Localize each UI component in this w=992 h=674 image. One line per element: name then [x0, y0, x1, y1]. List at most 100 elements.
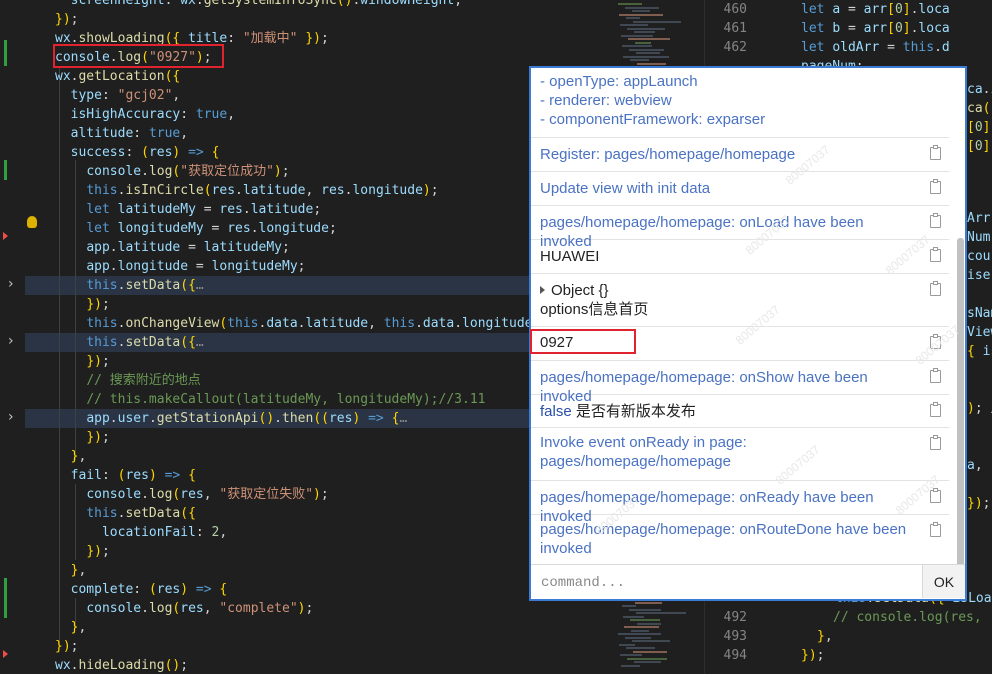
minimap-line: [625, 6, 659, 9]
console-scrollbar[interactable]: [957, 238, 964, 568]
code-fragment[interactable]: [0].: [967, 118, 992, 137]
line-number: 492: [723, 610, 747, 625]
log-entry[interactable]: pages/homepage/homepage: onLoad have bee…: [531, 205, 949, 250]
code-fragment[interactable]: ca.i: [967, 80, 992, 99]
code-line[interactable]: isHighAccuracy: true,: [55, 105, 540, 124]
code-fragment[interactable]: });: [967, 494, 990, 513]
code-editor-left[interactable]: › › › screenHeight: wx.getSystemInfoSync…: [0, 0, 612, 674]
code-line[interactable]: wx.getLocation({: [55, 67, 540, 86]
code-lines: screenHeight: wx.getSystemInfoSync().win…: [55, 0, 540, 674]
code-line[interactable]: let b = arr[0].loca: [801, 19, 950, 38]
highlight-box-log: [530, 329, 636, 354]
code-fragment[interactable]: [0].: [967, 137, 992, 156]
copy-icon[interactable]: [930, 368, 941, 383]
log-entry[interactable]: Register: pages/homepage/homepage: [531, 137, 949, 172]
lightbulb-icon[interactable]: [27, 216, 37, 228]
code-line[interactable]: console.log("获取定位成功");: [55, 162, 540, 181]
log-entry[interactable]: Object {} options信息首页: [531, 273, 949, 327]
code-line[interactable]: },: [55, 447, 540, 466]
code-fragment[interactable]: Num,: [967, 228, 992, 247]
code-line[interactable]: this.setData({…: [55, 333, 540, 352]
chevron-right-icon[interactable]: ›: [8, 333, 14, 349]
code-line[interactable]: });: [801, 646, 824, 665]
code-line[interactable]: screenHeight: wx.getSystemInfoSync().win…: [55, 0, 540, 10]
copy-icon[interactable]: [930, 213, 941, 228]
copy-icon[interactable]: [930, 145, 941, 160]
code-line[interactable]: type: "gcj02",: [55, 86, 540, 105]
log-line: - openType: appLaunch: [540, 72, 913, 91]
code-line[interactable]: },: [55, 618, 540, 637]
log-entry[interactable]: - openType: appLaunch - renderer: webview…: [531, 68, 949, 138]
code-line[interactable]: this.onChangeView(this.data.latitude, th…: [55, 314, 540, 333]
command-input[interactable]: [531, 565, 933, 599]
code-line[interactable]: },: [817, 627, 833, 646]
code-line[interactable]: });: [55, 10, 540, 29]
code-line[interactable]: });: [55, 352, 540, 371]
code-line[interactable]: let longitudeMy = res.longitude;: [55, 219, 540, 238]
code-line[interactable]: let latitudeMy = res.latitude;: [55, 200, 540, 219]
code-fragment[interactable]: View: [967, 323, 992, 342]
git-deleted-marker: [3, 232, 8, 240]
code-line[interactable]: });: [55, 428, 540, 447]
log-entry[interactable]: pages/homepage/homepage: onRouteDone hav…: [531, 514, 949, 571]
code-fragment[interactable]: ise,: [967, 266, 992, 285]
code-line[interactable]: },: [55, 561, 540, 580]
code-line[interactable]: let oldArr = this.d: [801, 38, 950, 57]
code-fragment[interactable]: cou: [967, 247, 990, 266]
copy-icon[interactable]: [930, 402, 941, 417]
code-line[interactable]: // this.makeCallout(latitudeMy, longitud…: [55, 390, 540, 409]
minimap-line: [626, 647, 655, 649]
code-line[interactable]: // 搜索附近的地点: [55, 371, 540, 390]
log-line-text: Invoke event onReady in page:: [540, 434, 747, 451]
copy-icon[interactable]: [930, 522, 941, 537]
copy-icon[interactable]: [930, 435, 941, 450]
code-fragment[interactable]: Arr,: [967, 209, 992, 228]
code-line[interactable]: console.log(res, "complete");: [55, 599, 540, 618]
code-line[interactable]: });: [55, 295, 540, 314]
log-line: false 是否有新版本发布: [540, 402, 913, 421]
code-fragment[interactable]: ca(: [967, 99, 990, 118]
chevron-right-icon[interactable]: ›: [8, 276, 14, 292]
code-line[interactable]: altitude: true,: [55, 124, 540, 143]
log-entry[interactable]: false 是否有新版本发布: [531, 394, 949, 428]
code-line[interactable]: app.latitude = latitudeMy;: [55, 238, 540, 257]
code-line[interactable]: // console.log(res, ': [833, 608, 992, 627]
code-line[interactable]: this.setData({…: [55, 276, 540, 295]
expand-triangle-icon[interactable]: [540, 286, 545, 294]
minimap-line: [637, 622, 661, 625]
code-line[interactable]: success: (res) => {: [55, 143, 540, 162]
code-line[interactable]: this.setData({: [55, 504, 540, 523]
code-line[interactable]: fail: (res) => {: [55, 466, 540, 485]
log-entry[interactable]: Invoke event onReady in page: pages/homep…: [531, 427, 949, 481]
copy-icon[interactable]: [930, 179, 941, 194]
copy-icon[interactable]: [930, 247, 941, 262]
ok-button[interactable]: OK: [922, 565, 965, 598]
minimap-line: [619, 13, 663, 16]
code-line[interactable]: wx.hideLoading();: [55, 656, 540, 674]
minimap-line: [630, 59, 650, 61]
code-line[interactable]: });: [55, 542, 540, 561]
minimap-line: [620, 654, 643, 656]
copy-icon[interactable]: [930, 281, 941, 296]
minimap-line: [625, 636, 651, 639]
code-line[interactable]: console.log(res, "获取定位失败");: [55, 485, 540, 504]
log-entry[interactable]: pages/homepage/homepage: onShow have bee…: [531, 360, 949, 405]
chevron-right-icon[interactable]: ›: [8, 409, 14, 425]
code-line[interactable]: complete: (res) => {: [55, 580, 540, 599]
code-fragment[interactable]: ); /: [967, 399, 992, 418]
code-line[interactable]: app.longitude = longitudeMy;: [55, 257, 540, 276]
code-line[interactable]: locationFail: 2,: [55, 523, 540, 542]
minimap-line: [631, 629, 649, 632]
minimap-line: [632, 640, 671, 642]
code-fragment[interactable]: a,: [967, 456, 983, 475]
log-entry[interactable]: pages/homepage/homepage: onReady have be…: [531, 480, 949, 525]
code-fragment[interactable]: sNam: [967, 304, 992, 323]
log-line-text: 是否有新版本发布: [571, 403, 696, 420]
code-fragment[interactable]: { is: [967, 342, 992, 361]
code-line[interactable]: let a = arr[0].loca: [801, 0, 950, 19]
log-entry[interactable]: Update view with init data: [531, 171, 949, 206]
code-line[interactable]: this.isInCircle(res.latitude, res.longit…: [55, 181, 540, 200]
code-line[interactable]: app.user.getStationApi().then((res) => {…: [55, 409, 540, 428]
line-number: 461: [723, 21, 747, 36]
code-line[interactable]: });: [55, 637, 540, 656]
